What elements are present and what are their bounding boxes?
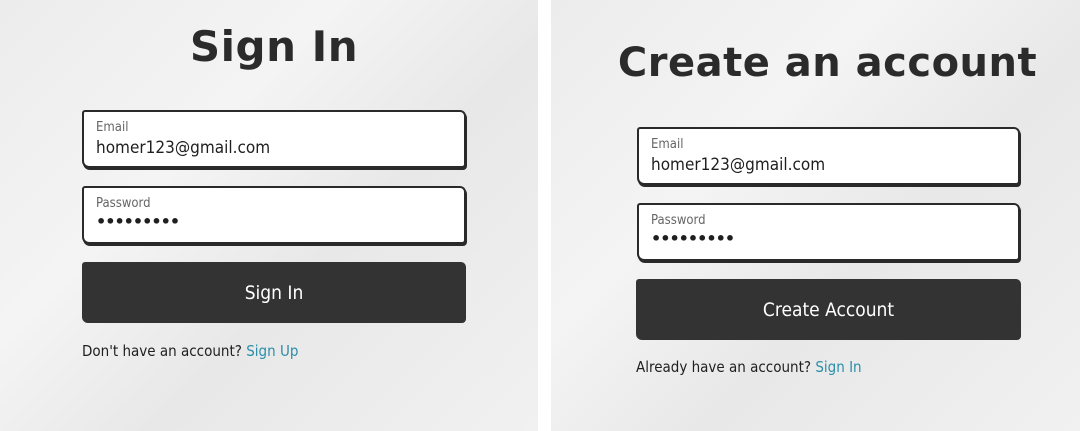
password-label: Password bbox=[651, 213, 706, 228]
password-value: ••••••••• bbox=[651, 229, 735, 248]
sign-in-link[interactable]: Sign In bbox=[815, 358, 861, 376]
email-label: Email bbox=[96, 120, 129, 135]
sign-in-button[interactable]: Sign In bbox=[82, 262, 466, 323]
password-value: ••••••••• bbox=[96, 212, 180, 231]
sign-up-prompt-row: Don't have an account? Sign Up bbox=[82, 342, 298, 360]
sign-in-panel: Sign In Email homer123@gmail.com Passwor… bbox=[0, 0, 538, 431]
sign-in-title: Sign In bbox=[189, 22, 359, 71]
sign-in-prompt-text: Already have an account? bbox=[636, 358, 812, 376]
create-account-email-field[interactable]: Email homer123@gmail.com bbox=[637, 127, 1020, 185]
sign-in-email-field[interactable]: Email homer123@gmail.com bbox=[82, 110, 466, 168]
sign-in-prompt-row: Already have an account? Sign In bbox=[636, 358, 862, 376]
email-value: homer123@gmail.com bbox=[96, 138, 271, 158]
create-account-title: Create an account bbox=[617, 40, 1038, 86]
sign-up-prompt-text: Don't have an account? bbox=[82, 342, 242, 360]
email-value: homer123@gmail.com bbox=[651, 155, 826, 175]
create-account-button[interactable]: Create Account bbox=[636, 279, 1021, 340]
sign-up-link[interactable]: Sign Up bbox=[246, 342, 298, 360]
create-account-panel: Create an account Email homer123@gmail.c… bbox=[551, 0, 1080, 431]
create-account-password-field[interactable]: Password ••••••••• bbox=[637, 203, 1020, 261]
screen: Sign In Email homer123@gmail.com Passwor… bbox=[0, 0, 1080, 431]
email-label: Email bbox=[651, 137, 684, 152]
sign-in-password-field[interactable]: Password ••••••••• bbox=[82, 186, 466, 244]
panel-divider bbox=[538, 0, 551, 431]
password-label: Password bbox=[96, 196, 151, 211]
